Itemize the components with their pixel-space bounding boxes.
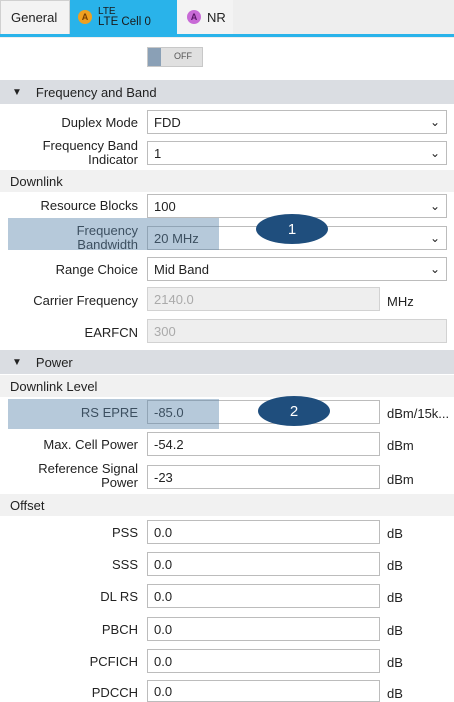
offset-unit: dB <box>387 526 403 541</box>
dl-rs-offset-input[interactable]: 0.0 <box>147 584 380 608</box>
tab-nr-label: NR <box>207 9 226 25</box>
frequency-band-indicator-select[interactable]: 1 ⌄ <box>147 141 447 165</box>
offset-value: 0.0 <box>154 653 173 669</box>
range-choice-label: Range Choice <box>55 262 138 277</box>
callout-badge-2: 2 <box>258 396 330 426</box>
offset-value: 0.0 <box>154 588 173 604</box>
range-choice-value: Mid Band <box>154 261 209 277</box>
carrier-frequency-unit: MHz <box>387 294 414 309</box>
pdcch-offset-input[interactable]: 0.0 <box>147 680 380 702</box>
offset-unit: dB <box>387 590 403 605</box>
section-title: Frequency and Band <box>35 84 157 100</box>
tab-lte-cell-label: LTE Cell 0 <box>98 16 151 28</box>
section-title: Power <box>35 354 73 370</box>
resource-blocks-value: 100 <box>154 198 176 214</box>
triangle-down-icon: ▼ <box>12 86 22 98</box>
carrier-frequency-value: 2140.0 <box>154 291 194 307</box>
tab-bar: General A LTE LTE Cell 0 A NR <box>0 0 454 38</box>
offset-unit: dB <box>387 686 403 701</box>
max-cell-power-input[interactable]: -54.2 <box>147 432 380 456</box>
carrier-frequency-field: 2140.0 <box>147 287 380 311</box>
chevron-down-icon: ⌄ <box>429 115 440 129</box>
duplex-mode-label: Duplex Mode <box>61 115 138 130</box>
pbch-offset-input[interactable]: 0.0 <box>147 617 380 641</box>
offset-value: 0.0 <box>154 524 173 540</box>
section-frequency-and-band[interactable]: ▼ Frequency and Band <box>0 80 454 104</box>
offset-value: 0.0 <box>154 683 173 699</box>
earfcn-label: EARFCN <box>84 325 138 340</box>
tab-accent-line <box>0 34 454 37</box>
reference-signal-power-label: Reference Signal Power <box>8 462 138 490</box>
label-line-1: Reference Signal <box>38 461 138 476</box>
sss-offset-input[interactable]: 0.0 <box>147 552 380 576</box>
reference-signal-power-value: -23 <box>154 469 173 485</box>
label-line-1: Frequency Band <box>42 138 138 153</box>
rs-epre-unit: dBm/15k... <box>387 406 450 421</box>
rs-epre-highlight <box>8 399 219 429</box>
offset-unit: dB <box>387 655 403 670</box>
frequency-band-indicator-value: 1 <box>154 145 162 161</box>
label-line-2: Indicator <box>88 152 138 167</box>
offset-row-label: PBCH <box>101 622 138 637</box>
tab-lte-cell-0[interactable]: A LTE LTE Cell 0 <box>70 0 177 34</box>
bandwidth-highlight <box>8 218 219 250</box>
callout-badge-1: 1 <box>256 214 328 244</box>
tab-general[interactable]: General <box>0 0 70 34</box>
tab-nr[interactable]: A NR <box>177 0 233 34</box>
offset-value: 0.0 <box>154 621 173 637</box>
subheader-offset: Offset <box>0 494 454 516</box>
duplex-mode-select[interactable]: FDD ⌄ <box>147 110 447 134</box>
offset-value: 0.0 <box>154 556 173 572</box>
max-cell-power-value: -54.2 <box>154 436 184 452</box>
nr-antenna-icon: A <box>187 10 201 24</box>
subheader-downlink-level: Downlink Level <box>0 375 454 397</box>
reference-signal-power-input[interactable]: -23 <box>147 465 380 489</box>
chevron-down-icon: ⌄ <box>429 199 440 213</box>
reference-signal-power-unit: dBm <box>387 472 414 487</box>
subheader-downlink: Downlink <box>0 170 454 192</box>
pcfich-offset-input[interactable]: 0.0 <box>147 649 380 673</box>
pss-offset-input[interactable]: 0.0 <box>147 520 380 544</box>
offset-unit: dB <box>387 558 403 573</box>
resource-blocks-label: Resource Blocks <box>40 198 138 213</box>
offset-row-label: PCFICH <box>89 654 138 669</box>
offset-row-label: PDCCH <box>91 685 138 700</box>
range-choice-select[interactable]: Mid Band ⌄ <box>147 257 447 281</box>
section-power[interactable]: ▼ Power <box>0 350 454 374</box>
earfcn-field: 300 <box>147 319 447 343</box>
triangle-down-icon: ▼ <box>12 356 22 368</box>
tab-general-label: General <box>11 10 58 25</box>
max-cell-power-unit: dBm <box>387 438 414 453</box>
label-line-2: Power <box>101 475 138 490</box>
max-cell-power-label: Max. Cell Power <box>43 437 138 452</box>
chevron-down-icon: ⌄ <box>429 231 440 245</box>
chevron-down-icon: ⌄ <box>429 262 440 276</box>
chevron-down-icon: ⌄ <box>429 146 440 160</box>
duplex-mode-value: FDD <box>154 114 181 130</box>
lte-antenna-icon: A <box>78 10 92 24</box>
toggle-knob <box>148 48 161 66</box>
offset-unit: dB <box>387 623 403 638</box>
offset-row-label: PSS <box>111 525 138 540</box>
offset-row-label: SSS <box>111 557 138 572</box>
earfcn-value: 300 <box>154 323 176 339</box>
carrier-frequency-label: Carrier Frequency <box>33 293 138 308</box>
frequency-band-indicator-label: Frequency Band Indicator <box>8 139 138 167</box>
offset-row-label: DL RS <box>100 589 138 604</box>
cell-state-toggle[interactable]: OFF <box>147 47 203 67</box>
toggle-state-label: OFF <box>174 51 192 61</box>
